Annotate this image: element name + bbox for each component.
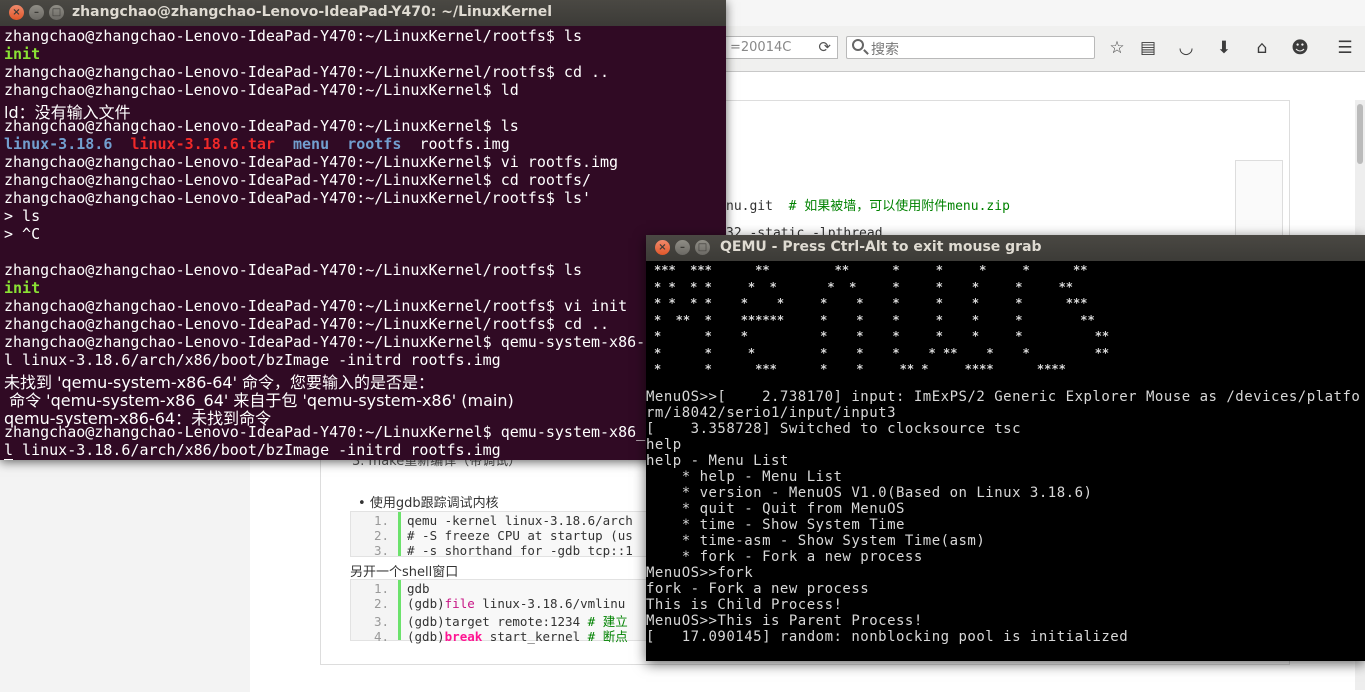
console-line: help <box>646 437 682 453</box>
banner-line: * * * * * * * * * * * * ** <box>654 279 1074 294</box>
console-line: [ 17.090145] random: nonblocking pool is… <box>646 629 1129 645</box>
code-line: 4. (gdb)break start_kernel # 断点 <box>373 629 628 644</box>
console-line: * time-asm - Show System Time(asm) <box>646 533 986 549</box>
qemu-screen[interactable]: *** *** ** ** * * * * ** * * * * * * * * … <box>646 261 1365 661</box>
qemu-window[interactable]: × – □ QEMU - Press Ctrl-Alt to exit mous… <box>646 235 1365 661</box>
close-icon[interactable]: × <box>655 240 670 255</box>
terminal-line: linux-3.18.6 linux-3.18.6.tar menu rootf… <box>4 135 726 153</box>
qemu-titlebar[interactable]: × – □ QEMU - Press Ctrl-Alt to exit mous… <box>646 235 1365 261</box>
console-line: MenuOS>>fork <box>646 565 754 581</box>
maximize-icon[interactable]: □ <box>49 5 64 20</box>
console-line: [ 3.358728] Switched to clocksource tsc <box>646 421 1022 437</box>
terminal-line: 命令 'qemu-system-x86_64' 来自于包 'qemu-syste… <box>4 391 514 410</box>
terminal-line: init <box>4 45 41 63</box>
qemu-title: QEMU - Press Ctrl-Alt to exit mouse grab <box>720 239 1042 255</box>
code-line: 1. qemu -kernel linux-3.18.6/arch <box>373 513 633 528</box>
ls-entry: linux-3.18.6 <box>4 135 113 153</box>
banner-line: * * *** * * ** * **** **** <box>654 362 1066 376</box>
terminal-line: zhangchao@zhangchao-Lenovo-IdeaPad-Y470:… <box>4 297 628 315</box>
terminal-line: zhangchao@zhangchao-Lenovo-IdeaPad-Y470:… <box>4 153 619 171</box>
menuos-banner: *** *** ** ** * * * * ** * * * * * * * * … <box>654 263 1109 379</box>
banner-line: *** *** ** ** * * * * ** <box>654 263 1088 277</box>
console-line: * help - Menu List <box>646 469 843 485</box>
search-placeholder: 搜索 <box>871 42 899 58</box>
banner-line: * * * * * * * * * ** <box>654 329 1110 343</box>
search-input[interactable]: 搜索 <box>846 36 1095 59</box>
search-icon <box>852 39 864 51</box>
code-block-gdb: 1. gdb 2. (gdb)file linux-3.18.6/vmlinu 3.… <box>350 579 650 644</box>
article-code-line: nu.git # 如果被墙，可以使用附件menu.zip <box>726 199 1010 214</box>
terminal-line: zhangchao@zhangchao-Lenovo-IdeaPad-Y470:… <box>4 189 591 207</box>
article-bullet: • 使用gdb跟踪调试内核 <box>358 496 499 511</box>
terminal-title: zhangchao@zhangchao-Lenovo-IdeaPad-Y470:… <box>72 4 553 20</box>
qemu-console: MenuOS>>[ 2.738170] input: ImExPS/2 Gene… <box>646 389 1360 645</box>
console-line: MenuOS>>This is Parent Process! <box>646 613 923 629</box>
terminal-line: l linux-3.18.6/arch/x86/boot/bzImage -in… <box>4 441 501 459</box>
code-line: 1. gdb <box>373 581 430 596</box>
url-bar[interactable]: =20014C ⟳ <box>726 36 838 59</box>
reload-icon[interactable]: ⟳ <box>818 38 831 56</box>
url-text: =20014C <box>730 40 792 55</box>
terminal-window[interactable]: × – □ zhangchao@zhangchao-Lenovo-IdeaPad… <box>0 0 726 460</box>
pocket-icon[interactable]: ◡ <box>1176 38 1196 58</box>
download-icon[interactable]: ⬇ <box>1214 38 1234 58</box>
terminal-line: > ls <box>4 207 41 225</box>
terminal-line: zhangchao@zhangchao-Lenovo-IdeaPad-Y470:… <box>4 63 610 81</box>
terminal-titlebar[interactable]: × – □ zhangchao@zhangchao-Lenovo-IdeaPad… <box>0 0 726 26</box>
terminal-line: 未找到 'qemu-system-x86-64' 命令，您要输入的是否是： <box>4 373 435 392</box>
terminal-line: zhangchao@zhangchao-Lenovo-IdeaPad-Y470:… <box>4 261 582 279</box>
ls-entry: rootfs.img <box>419 135 510 153</box>
console-line: help - Menu List <box>646 453 789 469</box>
code-line: 3. # -s shorthand for -gdb tcp::1 <box>373 543 633 558</box>
ls-entry: linux-3.18.6.tar <box>130 135 275 153</box>
terminal-output[interactable]: zhangchao@zhangchao-Lenovo-IdeaPad-Y470:… <box>4 27 726 460</box>
minimize-icon[interactable]: – <box>675 240 690 255</box>
code-line: 2. (gdb)file linux-3.18.6/vmlinu <box>373 596 626 611</box>
terminal-prompt-line[interactable] <box>4 459 726 460</box>
code-line: 3. (gdb)target remote:1234 # 建立 <box>373 614 628 629</box>
code-line: 2. # -S freeze CPU at startup (us <box>373 528 633 543</box>
terminal-cursor <box>4 459 13 460</box>
terminal-line: l linux-3.18.6/arch/x86/boot/bzImage -in… <box>4 351 501 369</box>
minimize-icon[interactable]: – <box>29 5 44 20</box>
home-icon[interactable]: ⌂ <box>1252 38 1272 58</box>
terminal-line: init <box>4 279 41 297</box>
terminal-line: ld：没有输入文件 <box>4 103 131 122</box>
close-icon[interactable]: × <box>9 5 24 20</box>
terminal-line: zhangchao@zhangchao-Lenovo-IdeaPad-Y470:… <box>4 315 610 333</box>
ls-entry: menu <box>293 135 330 153</box>
page-scrollbar-thumb[interactable] <box>1357 104 1363 164</box>
banner-line: * * * * * * * ** * * ** <box>654 345 1110 360</box>
banner-line: * * * * * * * * * * * * *** <box>654 296 1088 310</box>
terminal-line: zhangchao@zhangchao-Lenovo-IdeaPad-Y470:… <box>4 117 519 135</box>
menu-icon[interactable]: ☰ <box>1335 38 1355 58</box>
console-line: rm/i8042/serio1/input/input3 <box>646 405 897 421</box>
console-line: * fork - Fork a new process <box>646 549 923 565</box>
terminal-line: zhangchao@zhangchao-Lenovo-IdeaPad-Y470:… <box>4 81 519 99</box>
terminal-line: zhangchao@zhangchao-Lenovo-IdeaPad-Y470:… <box>4 27 582 45</box>
console-line: MenuOS>>[ 2.738170] input: ImExPS/2 Gene… <box>646 389 1361 405</box>
console-line: * quit - Quit from MenuOS <box>646 501 905 517</box>
reader-icon[interactable]: ▤ <box>1138 38 1158 58</box>
maximize-icon[interactable]: □ <box>695 240 710 255</box>
banner-line: * ** * ****** * * * * * * ** <box>654 312 1095 327</box>
console-line: This is Child Process! <box>646 597 843 613</box>
console-line: * version - MenuOS V1.0(Based on Linux 3… <box>646 485 1093 501</box>
terminal-line: zhangchao@zhangchao-Lenovo-IdeaPad-Y470:… <box>4 333 655 351</box>
terminal-line: zhangchao@zhangchao-Lenovo-IdeaPad-Y470:… <box>4 171 591 189</box>
article-text: 另开一个shell窗口 <box>350 565 459 580</box>
console-line: * time - Show System Time <box>646 517 905 533</box>
ls-entry: rootfs <box>347 135 402 153</box>
terminal-line: > ^C <box>4 225 41 243</box>
star-icon[interactable]: ☆ <box>1107 38 1127 58</box>
chat-icon[interactable]: ☻ <box>1290 38 1310 58</box>
code-block-qemu: 1. qemu -kernel linux-3.18.6/arch 2. # -S … <box>350 511 650 558</box>
console-line: fork - Fork a new process <box>646 581 870 597</box>
terminal-line: zhangchao@zhangchao-Lenovo-IdeaPad-Y470:… <box>4 423 646 441</box>
